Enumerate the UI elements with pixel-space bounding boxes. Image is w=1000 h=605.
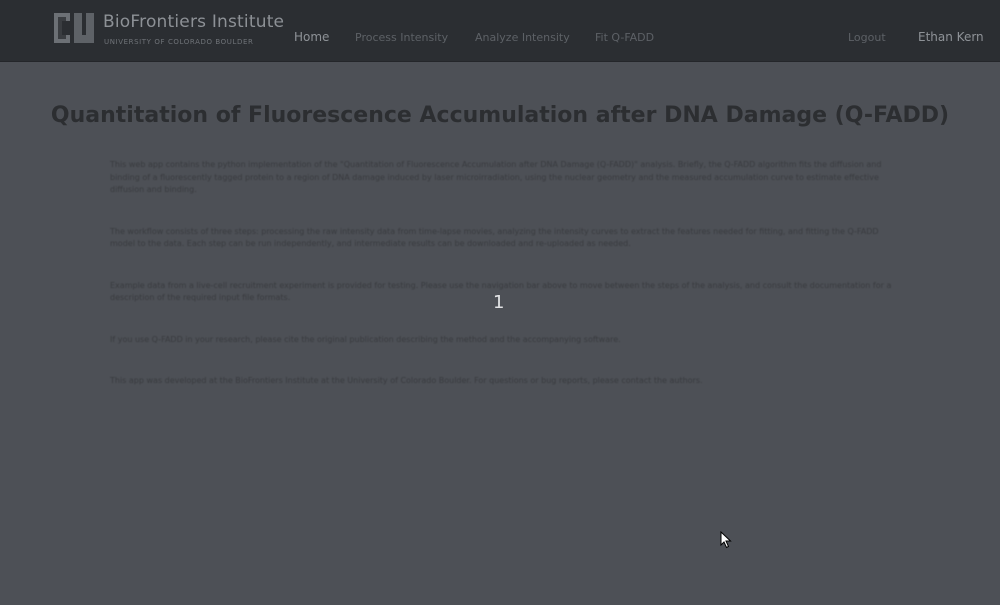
- logout-link[interactable]: Logout: [848, 31, 886, 44]
- top-navbar: BioFrontiers Institute UNIVERSITY OF COL…: [0, 0, 1000, 62]
- brand-subtitle: UNIVERSITY OF COLORADO BOULDER: [104, 38, 254, 46]
- nav-process-intensity-link[interactable]: Process Intensity: [355, 31, 448, 44]
- user-name-link[interactable]: Ethan Kern: [918, 30, 984, 44]
- intro-paragraph: If you use Q-FADD in your research, plea…: [110, 334, 621, 344]
- frame-number-overlay: 1: [493, 292, 505, 313]
- intro-paragraph: This web app contains the python impleme…: [110, 160, 882, 194]
- cu-logo-icon[interactable]: [50, 9, 94, 47]
- intro-paragraph: Example data from a live-cell recruitmen…: [110, 280, 892, 303]
- intro-paragraph: This app was developed at the BioFrontie…: [110, 376, 703, 385]
- nav-home-link[interactable]: Home: [294, 30, 329, 44]
- brand-title[interactable]: BioFrontiers Institute: [103, 12, 284, 32]
- page-title: Quantitation of Fluorescence Accumulatio…: [50, 102, 950, 128]
- nav-fit-qfadd-link[interactable]: Fit Q-FADD: [595, 31, 654, 44]
- nav-analyze-intensity-link[interactable]: Analyze Intensity: [475, 31, 570, 44]
- intro-content: This web app contains the python impleme…: [110, 159, 900, 417]
- mouse-cursor-icon: [720, 531, 732, 549]
- intro-paragraph: The workflow consists of three steps: pr…: [110, 226, 879, 249]
